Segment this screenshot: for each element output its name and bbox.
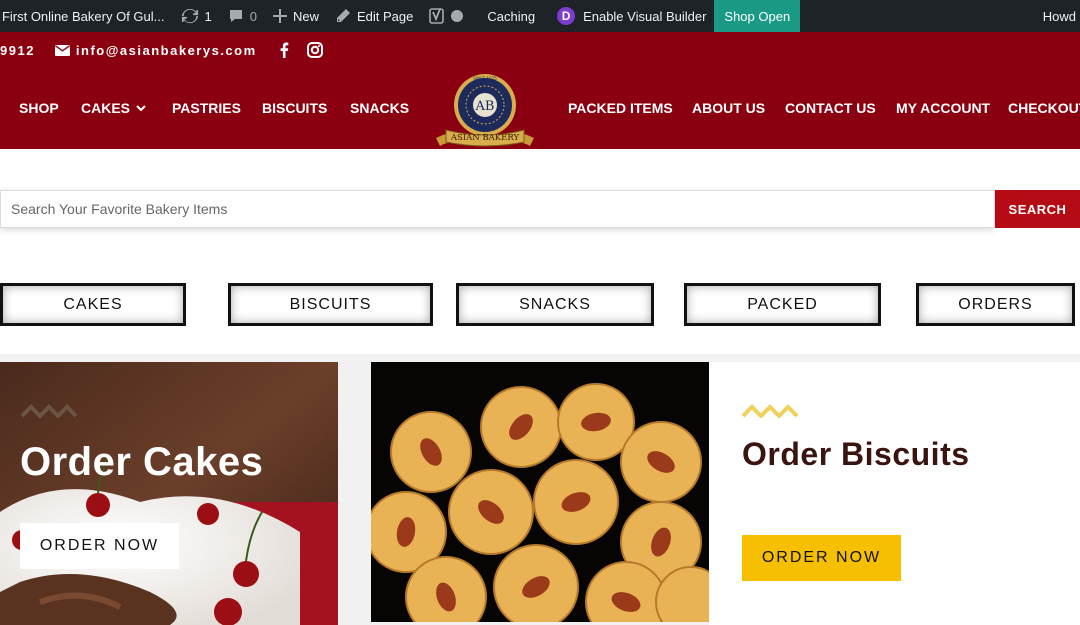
nav-checkout[interactable]: CHECKOUT [1008, 100, 1080, 116]
edit-page-label: Edit Page [356, 8, 414, 24]
nav-cakes[interactable]: CAKES [81, 100, 146, 116]
logo-since: SINCE 1975 [473, 76, 497, 81]
divi-icon: D [557, 7, 576, 25]
cake-promo-image [0, 362, 338, 625]
shop-open-label: Shop Open [724, 8, 791, 24]
zigzag-decoration-icon [742, 404, 799, 418]
admin-bar-edit-page[interactable]: Edit Page [327, 0, 421, 32]
logo-monogram: AB [475, 99, 495, 114]
pencil-icon [335, 8, 351, 24]
site-logo[interactable]: AB SINCE 1975 ASIAN BAKERY [432, 72, 538, 148]
category-biscuits-button[interactable]: BISCUITS [228, 283, 433, 326]
biscuits-promo-panel [709, 362, 1080, 625]
product-search: SEARCH [0, 190, 1080, 228]
main-nav: SHOP CAKES PASTRIES BISCUITS SNACKS AB S… [0, 68, 1080, 149]
order-biscuits-button[interactable]: ORDER NOW [742, 535, 901, 581]
admin-bar-shop-open[interactable]: Shop Open [714, 0, 801, 32]
admin-bar-updates[interactable]: 1 [173, 0, 220, 32]
contact-bar: 9912 info@asianbakerys.com [0, 32, 1080, 68]
category-cakes-button[interactable]: CAKES [0, 283, 186, 326]
nav-biscuits[interactable]: BISCUITS [262, 100, 327, 116]
new-label: New [292, 8, 319, 24]
seo-status-dot [451, 10, 464, 22]
mail-icon [54, 44, 70, 56]
admin-bar: - First Online Bakery Of Gul... 1 0 New … [0, 0, 1080, 32]
plus-icon [272, 9, 287, 23]
zigzag-decoration-icon [21, 404, 78, 418]
admin-bar-yoast[interactable] [421, 0, 471, 32]
caching-label: Caching [487, 8, 536, 24]
order-cakes-button[interactable]: ORDER NOW [20, 523, 179, 569]
nav-about-us[interactable]: ABOUT US [692, 100, 765, 116]
order-biscuits-title: Order Biscuits [742, 436, 970, 472]
email-link[interactable]: info@asianbakerys.com [54, 42, 257, 58]
nav-cakes-label: CAKES [81, 100, 131, 116]
updates-count: 1 [204, 8, 212, 24]
category-packed-button[interactable]: PACKED [684, 283, 881, 326]
facebook-icon[interactable] [279, 42, 289, 58]
nav-contact-us[interactable]: CONTACT US [785, 100, 876, 116]
admin-bar-howdy[interactable]: Howd [1043, 0, 1076, 32]
site-name-label: - First Online Bakery Of Gul... [0, 8, 165, 24]
admin-bar-site-name[interactable]: - First Online Bakery Of Gul... [0, 0, 173, 32]
comment-icon [228, 8, 244, 24]
admin-bar-caching[interactable]: Caching [479, 0, 543, 32]
admin-bar-comments[interactable]: 0 [220, 0, 265, 32]
yoast-icon [429, 7, 445, 25]
order-cakes-title: Order Cakes [20, 440, 264, 484]
nav-shop[interactable]: SHOP [19, 100, 59, 116]
refresh-icon [181, 7, 199, 25]
logo-wordmark: ASIAN BAKERY [450, 133, 520, 143]
biscuit-promo-image [371, 362, 709, 622]
visual-builder-label: Enable Visual Builder [583, 8, 707, 24]
category-snacks-button[interactable]: SNACKS [456, 283, 654, 326]
admin-bar-visual-builder[interactable]: D Enable Visual Builder [549, 0, 714, 32]
category-orders-button[interactable]: ORDERS [916, 283, 1075, 326]
nav-pastries[interactable]: PASTRIES [172, 100, 241, 116]
howdy-label: Howd [1042, 8, 1076, 24]
chevron-down-icon [136, 104, 146, 112]
instagram-icon[interactable] [306, 42, 323, 58]
phone-number[interactable]: 9912 [0, 43, 35, 58]
nav-snacks[interactable]: SNACKS [350, 100, 409, 116]
search-input[interactable] [0, 190, 995, 228]
nav-packed-items[interactable]: PACKED ITEMS [568, 100, 673, 116]
email-text: info@asianbakerys.com [75, 42, 257, 58]
admin-bar-new[interactable]: New [265, 0, 327, 32]
search-button[interactable]: SEARCH [995, 190, 1080, 228]
comments-count: 0 [249, 8, 257, 24]
nav-my-account[interactable]: MY ACCOUNT [896, 100, 990, 116]
